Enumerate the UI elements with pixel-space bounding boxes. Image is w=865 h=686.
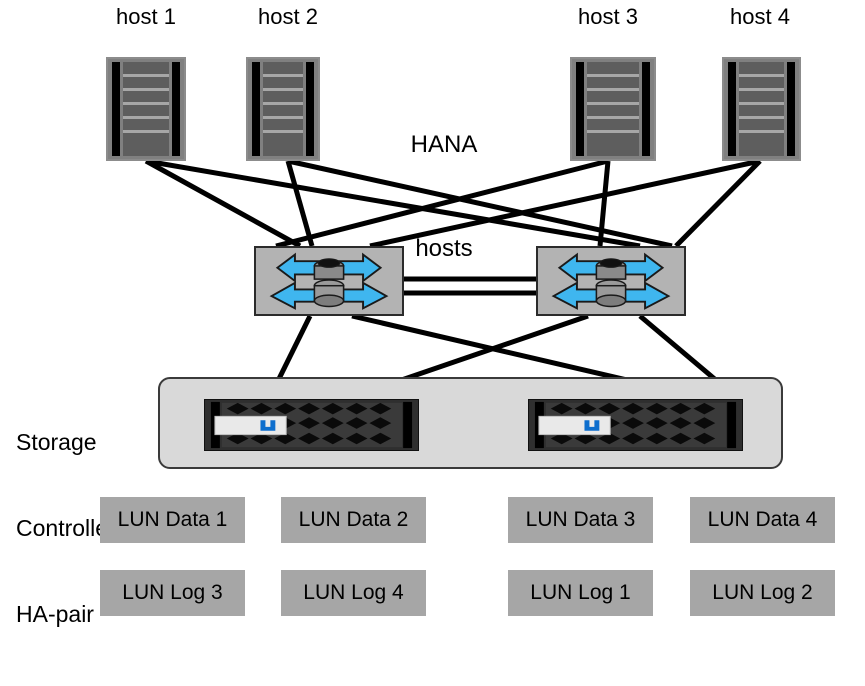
- server-rack-icon[interactable]: [722, 57, 801, 161]
- lun-box[interactable]: LUN Data 1: [100, 497, 245, 543]
- rack-rail-left: [112, 62, 120, 156]
- rack-rail-right: [172, 62, 180, 156]
- rack-rail-right: [642, 62, 650, 156]
- host-label-2: host 2: [258, 4, 318, 29]
- lun-box[interactable]: LUN Log 2: [690, 570, 835, 616]
- storage-label-line-1: Storage: [16, 428, 97, 455]
- lun-label: LUN Data 1: [117, 508, 228, 531]
- lun-label: LUN Data 2: [298, 508, 409, 531]
- storage-controller-a[interactable]: [204, 399, 419, 451]
- network-switch-icon[interactable]: [254, 246, 404, 316]
- server-rack-icon[interactable]: [570, 57, 656, 161]
- lun-box[interactable]: LUN Data 4: [690, 497, 835, 543]
- server-rack-icon[interactable]: [246, 57, 320, 161]
- host-to-switch-link: [674, 159, 762, 248]
- storage-ha-pair-enclosure: [158, 377, 783, 469]
- rack-face: [123, 62, 169, 156]
- rack-face: [263, 62, 303, 156]
- lun-label: LUN Log 2: [712, 581, 813, 604]
- host-label-3: host 3: [578, 4, 638, 29]
- rack-rail-left: [728, 62, 736, 156]
- rack-rail-right: [306, 62, 314, 156]
- lun-box[interactable]: LUN Log 3: [100, 570, 245, 616]
- lun-box[interactable]: LUN Data 2: [281, 497, 426, 543]
- host-label-1: host 1: [116, 4, 176, 29]
- server-rack-icon[interactable]: [106, 57, 186, 161]
- rack-rail-left: [252, 62, 260, 156]
- lun-label: LUN Log 1: [530, 581, 631, 604]
- rack-face: [739, 62, 784, 156]
- lun-box[interactable]: LUN Log 1: [508, 570, 653, 616]
- lun-box[interactable]: LUN Data 3: [508, 497, 653, 543]
- hana-hosts-line-1: HANA: [410, 130, 478, 158]
- lun-label: LUN Log 3: [122, 581, 223, 604]
- lun-box[interactable]: LUN Log 4: [281, 570, 426, 616]
- host-label-4: host 4: [730, 4, 790, 29]
- network-switch-icon[interactable]: [536, 246, 686, 316]
- rack-face: [587, 62, 639, 156]
- rack-rail-left: [576, 62, 584, 156]
- lun-label: LUN Data 3: [525, 508, 636, 531]
- host-to-switch-link: [285, 160, 315, 247]
- lun-label: LUN Data 4: [707, 508, 818, 531]
- storage-controller-b[interactable]: [528, 399, 743, 451]
- hana-storage-topology-diagram: host 1 host 2 host 3 host 4 HANA hosts S…: [0, 0, 865, 653]
- rack-rail-right: [787, 62, 795, 156]
- lun-label: LUN Log 4: [303, 581, 404, 604]
